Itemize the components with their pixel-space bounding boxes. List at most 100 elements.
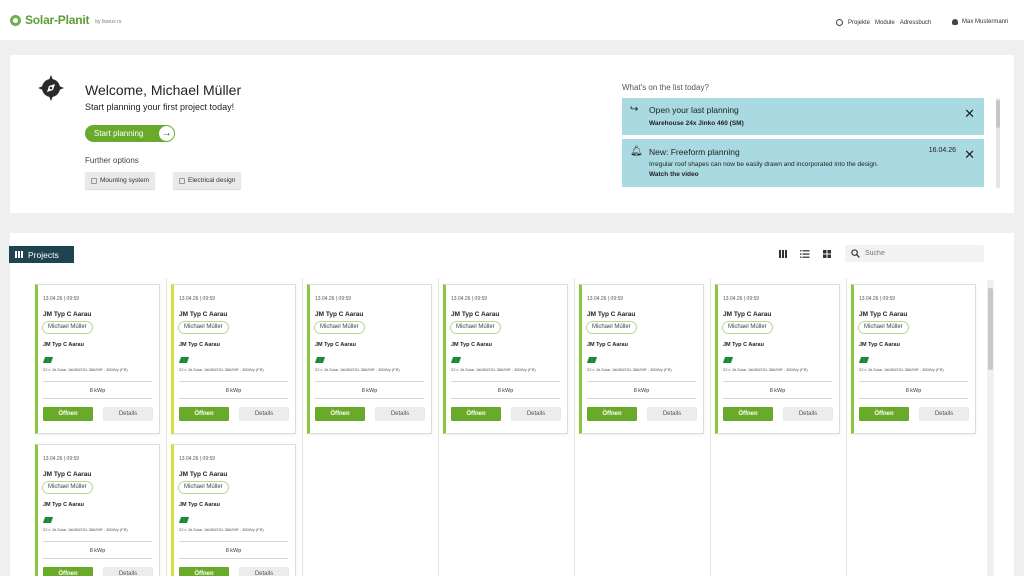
details-button[interactable]: Details [239,407,289,421]
compass-icon [38,75,64,101]
project-card[interactable]: 13.04.26 | 09:59 JM Typ C Aarau Michael Mü… [851,284,976,434]
notice-title: New: Freeform planning [649,147,740,157]
notice-description: Irregular roof shapes can now be easily … [649,161,879,168]
module-spec: 22 x JA Solar JAM54S31-380/MR - 380Wp (F… [315,367,400,372]
solar-panel-icon [42,517,54,523]
details-button[interactable]: Details [103,407,153,421]
project-card[interactable]: 13.04.26 | 09:59 JM Typ C Aarau Michael Mü… [715,284,840,434]
project-type: JM Typ C Aarau [315,342,356,348]
board-view-icon[interactable] [778,249,788,259]
project-name: JM Typ C Aarau [587,311,636,318]
divider [315,398,424,399]
logo[interactable]: Solar-Planit by Ikarus ru [10,13,121,27]
project-card[interactable]: 13.04.26 | 09:59 JM Typ C Aarau Michael Mü… [443,284,568,434]
project-board: 13.04.26 | 09:59 JM Typ C Aarau Michael Mü… [29,278,989,576]
open-button[interactable]: Öffnen [451,407,501,421]
details-button[interactable]: Details [647,407,697,421]
nav-item-projekte[interactable]: Projekte [848,20,870,26]
solar-panel-icon [450,357,462,363]
project-card[interactable]: 13.04.26 | 09:59 JM Typ C Aarau Michael Mü… [35,284,160,434]
open-button[interactable]: Öffnen [179,567,229,576]
project-date: 13.04.26 | 09:59 [43,296,80,302]
details-button[interactable]: Details [103,567,153,576]
project-date: 13.04.26 | 09:59 [43,456,80,462]
project-type: JM Typ C Aarau [43,342,84,348]
open-button[interactable]: Öffnen [859,407,909,421]
project-card[interactable]: 13.04.26 | 09:59 JM Typ C Aarau Michael Mü… [171,444,296,576]
project-name: JM Typ C Aarau [179,471,228,478]
projects-scrollbar[interactable] [987,280,994,576]
divider [179,558,288,559]
divider [43,381,152,382]
project-type: JM Typ C Aarau [179,342,220,348]
notice-freeform-planning: 🔔︎ New: Freeform planning 16.04.26 Irreg… [622,139,984,187]
solar-panel-icon [586,357,598,363]
module-spec: 22 x JA Solar JAM54S31-380/MR - 380Wp (F… [43,527,128,532]
todo-title: What's on the list today? [622,83,709,92]
owner-chip: Michael Müller [314,321,365,334]
project-power: 8 kWp [633,388,650,394]
project-name: JM Typ C Aarau [859,311,908,318]
grid-view-icon[interactable] [822,249,832,259]
project-card[interactable]: 13.04.26 | 09:59 JM Typ C Aarau Michael Mü… [579,284,704,434]
solar-panel-icon [42,357,54,363]
owner-chip: Michael Müller [42,321,93,334]
user-menu[interactable]: Max Mustermann [952,19,1008,25]
electrical-design-button[interactable]: Electrical design [173,172,242,189]
nav-item-module[interactable]: Module [875,20,895,26]
open-button[interactable]: Öffnen [587,407,637,421]
divider [43,541,152,542]
details-button[interactable]: Details [239,567,289,576]
mounting-system-button[interactable]: Mounting system [85,172,156,189]
search-input[interactable] [865,250,975,257]
open-button[interactable]: Öffnen [43,567,93,576]
project-name: JM Typ C Aarau [179,311,228,318]
list-view-icon[interactable] [800,249,810,259]
project-date: 13.04.26 | 09:59 [859,296,896,302]
start-planning-button[interactable]: Start planning → [85,125,175,142]
project-power: 8 kWp [225,388,242,394]
projects-tab[interactable]: Projects [9,246,74,263]
solar-panel-icon [314,357,326,363]
notices-scrollbar[interactable] [996,98,1000,188]
owner-chip: Michael Müller [178,481,229,494]
project-card[interactable]: 13.04.26 | 09:59 JM Typ C Aarau Michael Mü… [307,284,432,434]
details-button[interactable]: Details [783,407,833,421]
owner-chip: Michael Müller [42,481,93,494]
details-button[interactable]: Details [511,407,561,421]
project-power: 8 kWp [89,388,106,394]
project-name: JM Typ C Aarau [451,311,500,318]
project-card[interactable]: 13.04.26 | 09:59 JM Typ C Aarau Michael Mü… [171,284,296,434]
open-button[interactable]: Öffnen [723,407,773,421]
open-button[interactable]: Öffnen [43,407,93,421]
details-button[interactable]: Details [375,407,425,421]
user-icon [952,19,958,25]
watch-video-link[interactable]: Watch the video [649,171,699,178]
welcome-title: Welcome, Michael Müller [85,82,242,98]
project-card[interactable]: 13.04.26 | 09:59 JM Typ C Aarau Michael Mü… [35,444,160,576]
mounting-system-label: Mounting system [100,177,150,184]
project-type: JM Typ C Aarau [179,502,220,508]
open-button[interactable]: Öffnen [315,407,365,421]
scrollbar-thumb[interactable] [988,288,993,370]
close-icon[interactable]: ✕ [964,148,975,161]
notice-last-planning[interactable]: ↪ Open your last planning Warehouse 24x … [622,98,984,135]
logo-text: Solar-Planit [25,13,90,27]
project-date: 13.04.26 | 09:59 [451,296,488,302]
column-divider [302,278,303,576]
nav-item-adressbuch[interactable]: Adressbuch [900,20,932,26]
logo-subtitle: by Ikarus ru [95,18,122,25]
owner-chip: Michael Müller [178,321,229,334]
close-icon[interactable]: ✕ [964,107,975,120]
divider [859,381,968,382]
details-button[interactable]: Details [919,407,969,421]
help-icon[interactable] [836,19,843,26]
solar-panel-icon [858,357,870,363]
divider [723,398,832,399]
scrollbar-thumb[interactable] [996,100,1000,128]
project-name: JM Typ C Aarau [43,471,92,478]
further-options-label: Further options [85,156,139,165]
notice-project[interactable]: Warehouse 24x Jinko 460 (SM) [649,120,744,127]
project-power: 8 kWp [361,388,378,394]
open-button[interactable]: Öffnen [179,407,229,421]
